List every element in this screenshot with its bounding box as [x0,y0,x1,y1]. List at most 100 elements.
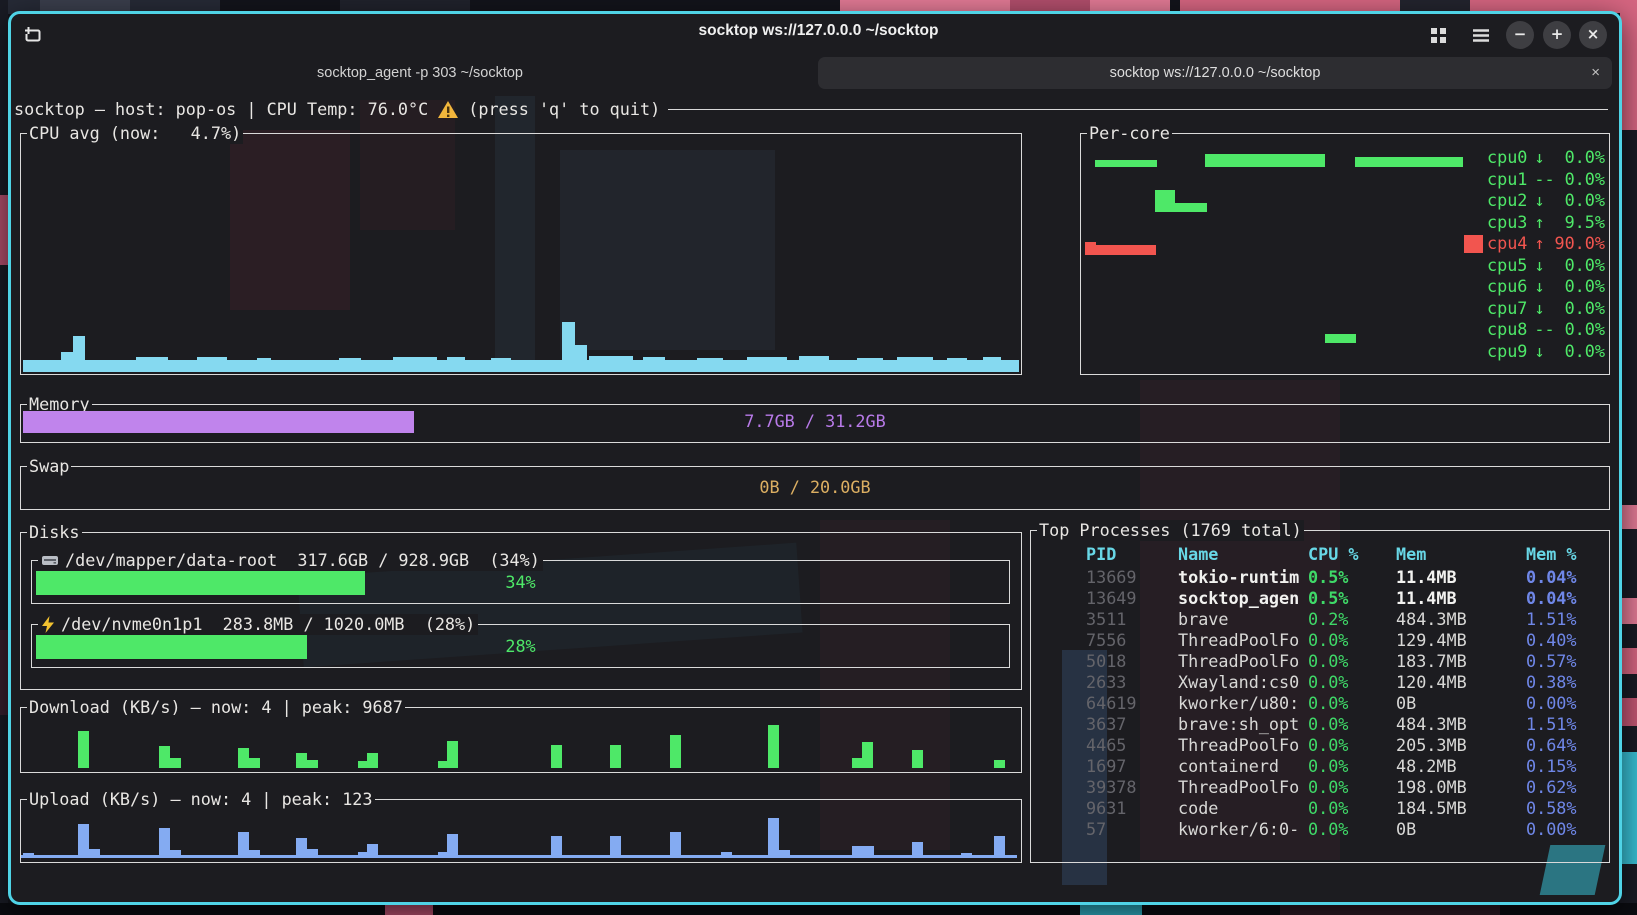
net-bar [768,818,779,858]
core-history-bar [1096,245,1156,255]
core-row: cpu0↓0.0% [1464,147,1605,168]
spark-bar [697,358,723,372]
process-name: containerd [1178,756,1279,777]
process-cpu: 0.0% [1308,693,1348,714]
process-mem: 0B [1396,819,1416,840]
core-name: cpu7 [1487,298,1527,319]
process-mem: 0B [1396,693,1416,714]
net-bar [670,735,681,768]
process-name: kworker/6:0- [1178,819,1299,840]
process-mem-pct: 0.00% [1526,819,1577,840]
maximize-button[interactable]: + [1543,21,1571,49]
net-bar [610,836,621,858]
net-bar [721,852,732,858]
spark-bar [491,358,511,372]
net-bar [238,748,249,768]
net-bar [159,746,170,768]
net-bar [912,750,923,768]
core-name: cpu9 [1487,341,1527,362]
core-row: cpu2↓0.0% [1464,190,1605,211]
core-marker-slot [1464,299,1483,317]
core-row: cpu4↑90.0% [1464,233,1605,254]
net-bar [296,838,307,858]
top-processes-title: Top Processes (1769 total) [1037,520,1304,541]
net-bar [170,850,181,858]
core-row: cpu5↓0.0% [1464,255,1605,276]
tab-socktop-agent[interactable]: socktop_agent -p 303 ~/socktop [30,57,810,89]
process-pid: 2633 [1086,672,1126,693]
process-pid: 4465 [1086,735,1126,756]
close-button[interactable]: × [1579,21,1607,49]
core-trend-icon: ↓ [1534,190,1544,211]
net-bar [238,832,249,858]
process-pid: 1697 [1086,756,1126,777]
spark-bar [857,358,883,372]
disks-title: Disks [27,522,82,543]
core-history-bar [1355,157,1463,167]
process-mem-pct: 0.58% [1526,798,1577,819]
net-bar [994,760,1005,768]
net-bar [768,725,779,768]
process-cpu: 0.0% [1308,714,1348,735]
core-trend-icon: ↑ [1534,212,1544,233]
core-marker-slot [1464,278,1483,296]
process-cpu: 0.5% [1308,567,1348,588]
spark-bar [61,352,73,372]
process-name: brave [1178,609,1229,630]
process-mem-pct: 0.38% [1526,672,1577,693]
tab-close-icon[interactable]: × [1591,57,1600,89]
memory-usage-text: 7.7GB / 31.2GB [21,411,1609,432]
process-mem-pct: 0.62% [1526,777,1577,798]
process-pid: 57 [1086,819,1106,840]
process-mem-pct: 1.51% [1526,609,1577,630]
net-bar [23,853,34,858]
core-trend-icon: ↓ [1534,341,1544,362]
process-pid: 5018 [1086,651,1126,672]
process-pid: 9631 [1086,798,1126,819]
disk-percent: 28% [32,636,1009,657]
net-bar [961,853,972,858]
disk-label: /dev/mapper/data-root 317.6GB / 928.9GB … [65,550,540,571]
process-name: socktop_agen [1178,588,1299,609]
process-name: kworker/u80: [1178,693,1299,714]
process-column-header: Name [1178,544,1218,565]
memory-panel: Memory 7.7GB / 31.2GB [20,404,1610,443]
core-trend-icon: -- [1534,319,1554,340]
process-mem: 484.3MB [1396,609,1467,630]
process-cpu: 0.0% [1308,651,1348,672]
net-bar [551,836,562,858]
core-name: cpu6 [1487,276,1527,297]
disk-label-row: /dev/mapper/data-root 317.6GB / 928.9GB … [38,550,543,571]
net-bar [994,836,1005,858]
spark-bar [575,345,587,372]
process-mem-pct: 0.04% [1526,588,1577,609]
net-bar [670,832,681,858]
core-name: cpu1 [1487,169,1527,190]
core-value: 0.0% [1565,169,1605,190]
spark-bar [643,357,665,372]
minimize-button[interactable]: − [1506,21,1534,49]
disks-panel: Disks /dev/mapper/data-root 317.6GB / 92… [20,532,1022,690]
core-value: 0.0% [1565,341,1605,362]
core-trend-icon: ↓ [1534,255,1544,276]
core-history-bar [1085,242,1096,255]
process-mem-pct: 0.40% [1526,630,1577,651]
process-name: ThreadPoolFo [1178,630,1299,651]
spark-bar [136,357,168,372]
core-name: cpu8 [1487,319,1527,340]
spark-bar [589,356,633,372]
core-row: cpu9 ↓ 0.0% [1464,341,1605,362]
process-pid: 39378 [1086,777,1137,798]
tab-socktop-client[interactable]: socktop ws://127.0.0.0 ~/socktop × [818,57,1612,89]
core-row: cpu8--0.0% [1464,319,1605,340]
process-mem: 11.4MB [1396,588,1457,609]
swap-title: Swap [27,456,71,477]
process-cpu: 0.0% [1308,819,1348,840]
tiling-grid-icon[interactable] [1430,27,1447,44]
core-value: 0.0% [1565,298,1605,319]
process-mem-pct: 0.15% [1526,756,1577,777]
spark-bar [562,322,575,372]
menu-hamburger-icon[interactable] [1472,28,1490,43]
spark-bar [947,358,967,372]
net-bar [779,850,790,858]
